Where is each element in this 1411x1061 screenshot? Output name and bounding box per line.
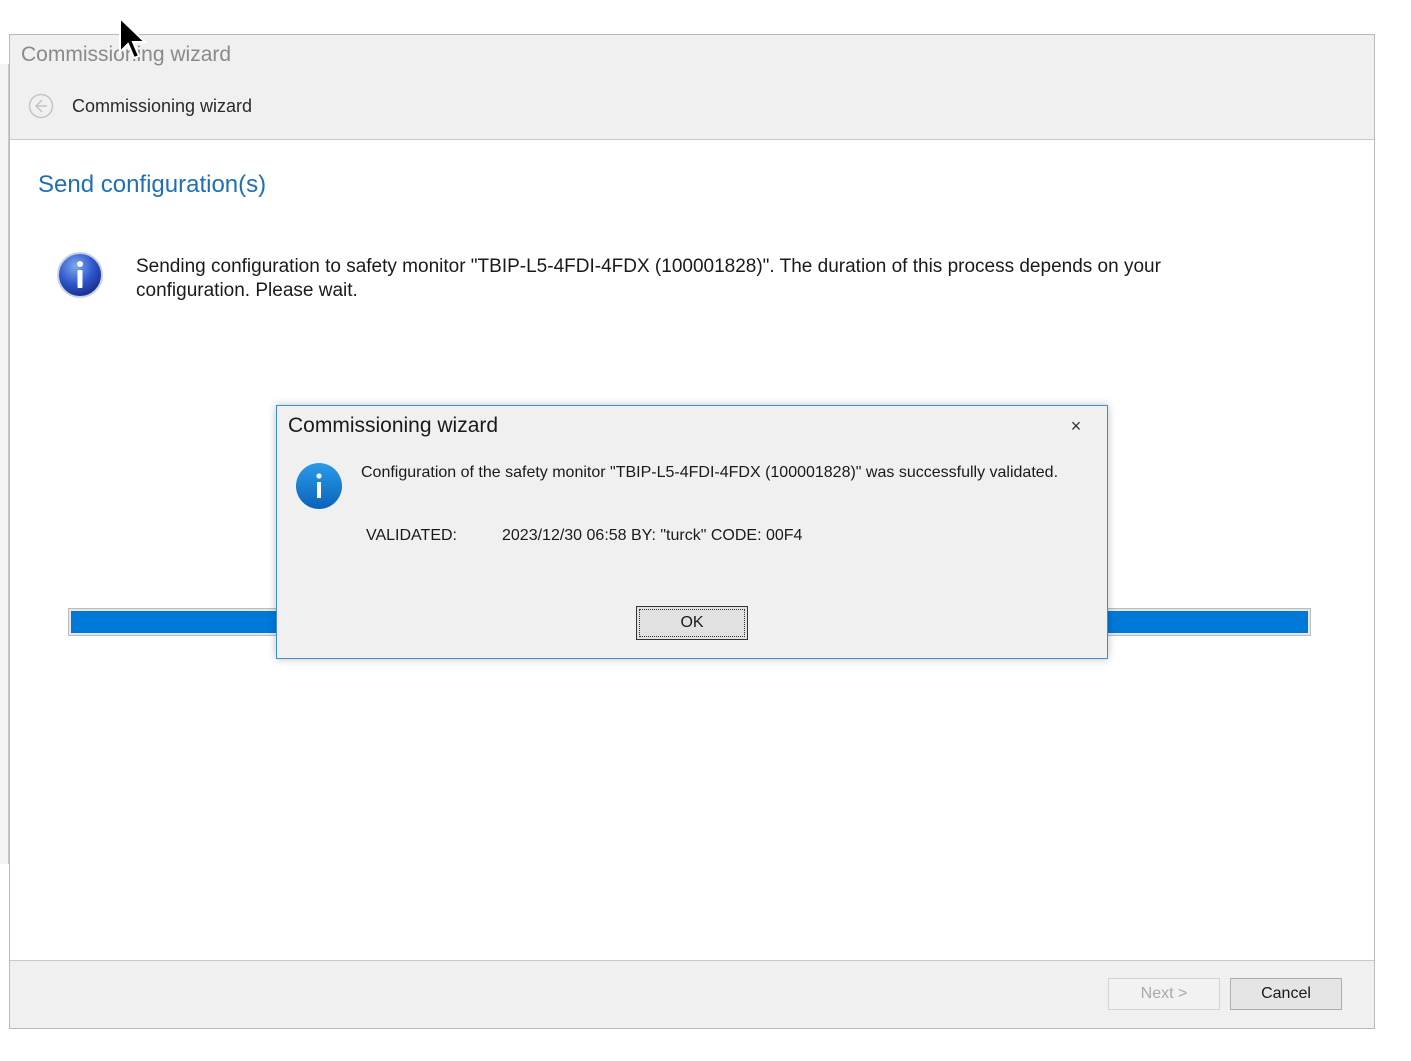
validation-dialog: Commissioning wizard × Configuration of … xyxy=(276,405,1108,659)
window-titlebar: Commissioning wizard Commissioning wizar… xyxy=(10,35,1374,140)
ok-button[interactable]: OK xyxy=(636,606,748,640)
info-icon xyxy=(56,251,104,299)
validated-value: 2023/12/30 06:58 BY: "turck" CODE: 00F4 xyxy=(502,527,803,544)
dialog-message: Configuration of the safety monitor "TBI… xyxy=(361,464,1059,481)
wizard-footer: Next > Cancel xyxy=(10,960,1374,1028)
dialog-title: Commissioning wizard xyxy=(288,414,499,437)
page-title: Send configuration(s) xyxy=(38,171,267,198)
next-button[interactable]: Next > xyxy=(1108,978,1220,1010)
info-icon xyxy=(295,462,343,510)
breadcrumb-title: Commissioning wizard xyxy=(72,96,253,116)
close-icon[interactable]: × xyxy=(1063,414,1089,438)
mouse-cursor-icon xyxy=(118,15,148,62)
background-window-edge xyxy=(0,64,9,864)
status-message: Sending configuration to safety monitor … xyxy=(136,256,1161,301)
cancel-button[interactable]: Cancel xyxy=(1230,978,1342,1010)
back-arrow-icon[interactable] xyxy=(28,93,54,119)
validated-label: VALIDATED: xyxy=(366,527,457,544)
